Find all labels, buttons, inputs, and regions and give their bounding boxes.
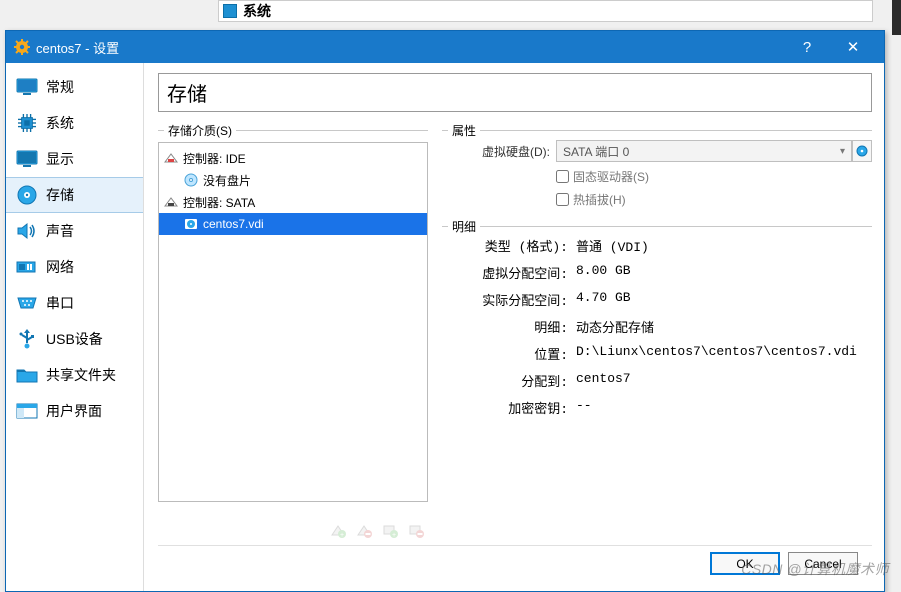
nic-icon [16, 257, 38, 277]
virtual-disk-chooser-button[interactable] [852, 140, 872, 162]
category-label: 声音 [46, 221, 74, 241]
detail-fieldset: 明细 类型 (格式): 普通 (VDI) 虚拟分配空间: 8.00 GB 实际分… [442, 218, 872, 417]
storage-tree[interactable]: 控制器: IDE 没有盘片 控制器: SATA [158, 142, 428, 502]
harddisk-icon [183, 216, 199, 232]
category-display[interactable]: 显示 [6, 141, 143, 177]
category-storage[interactable]: 存储 [6, 177, 143, 213]
hotplug-checkbox-row[interactable]: 热插拔(H) [556, 191, 872, 208]
category-shared-folders[interactable]: 共享文件夹 [6, 357, 143, 393]
category-label: 网络 [46, 257, 74, 277]
attached-value: centos7 [576, 371, 872, 390]
type-value: 普通 (VDI) [576, 236, 872, 255]
hotplug-checkbox[interactable] [556, 193, 569, 206]
attributes-legend: 属性 [448, 122, 480, 139]
page-title: 存储 [158, 73, 872, 112]
controller-ide[interactable]: 控制器: IDE [159, 147, 427, 169]
controller-ide-label: 控制器: IDE [183, 150, 246, 167]
sata-controller-icon [163, 194, 179, 210]
ssd-checkbox-row[interactable]: 固态驱动器(S) [556, 168, 872, 185]
category-label: 存储 [46, 185, 74, 205]
category-sidebar: 常规 系统 显示 存储 声音 网络 [6, 63, 144, 591]
main-window-system-row: 系统 [218, 0, 873, 22]
category-network[interactable]: 网络 [6, 249, 143, 285]
disk-icon [16, 185, 38, 205]
window-icon [16, 401, 38, 421]
folder-icon [16, 365, 38, 385]
actual-size-key: 实际分配空间: [446, 290, 576, 309]
controller-sata[interactable]: 控制器: SATA [159, 191, 427, 213]
category-label: 系统 [46, 113, 74, 133]
svg-text:+: + [392, 532, 396, 538]
add-attachment-button[interactable]: + [380, 520, 400, 540]
sata-disk-label: centos7.vdi [203, 217, 264, 231]
chip-icon [16, 113, 38, 133]
ide-empty-label: 没有盘片 [203, 172, 251, 189]
monitor-icon [16, 77, 38, 97]
encryption-key: 加密密钥: [446, 398, 576, 417]
category-audio[interactable]: 声音 [6, 213, 143, 249]
dialog-footer: OK Cancel [158, 545, 872, 581]
category-system[interactable]: 系统 [6, 105, 143, 141]
detail-legend: 明细 [448, 218, 480, 235]
speaker-icon [16, 221, 38, 241]
controller-sata-label: 控制器: SATA [183, 194, 255, 211]
dark-sidebar-edge [892, 0, 901, 35]
disc-icon [183, 172, 199, 188]
dialog-title: centos7 - 设置 [36, 38, 784, 57]
virtual-disk-value: SATA 端口 0 [563, 143, 629, 160]
storage-tree-toolbar: + + [158, 514, 428, 540]
category-label: USB设备 [46, 329, 103, 349]
titlebar: centos7 - 设置 ? ✕ [6, 31, 884, 63]
actual-size-value: 4.70 GB [576, 290, 872, 309]
category-general[interactable]: 常规 [6, 69, 143, 105]
main-system-label: 系统 [243, 1, 271, 21]
help-button[interactable]: ? [784, 31, 830, 63]
remove-controller-button[interactable] [354, 520, 374, 540]
monitor-icon [16, 149, 38, 169]
main-panel: 存储 存储介质(S) 控制器: IDE 没有盘片 [144, 63, 884, 591]
attached-key: 分配到: [446, 371, 576, 390]
detail-key: 明细: [446, 317, 576, 336]
ide-empty-disc[interactable]: 没有盘片 [159, 169, 427, 191]
ok-button[interactable]: OK [710, 552, 780, 575]
type-key: 类型 (格式): [446, 236, 576, 255]
category-usb[interactable]: USB设备 [6, 321, 143, 357]
svg-text:+: + [340, 532, 344, 538]
attributes-fieldset: 属性 虚拟硬盘(D): SATA 端口 0 [442, 122, 872, 208]
location-value: D:\Liunx\centos7\centos7\centos7.vdi [576, 344, 872, 363]
storage-media-legend: 存储介质(S) [164, 122, 236, 139]
location-key: 位置: [446, 344, 576, 363]
category-label: 常规 [46, 77, 74, 97]
sata-disk-centos7[interactable]: centos7.vdi [159, 213, 427, 235]
category-label: 共享文件夹 [46, 365, 116, 385]
chip-icon [223, 4, 237, 18]
virtual-disk-select[interactable]: SATA 端口 0 [556, 140, 852, 162]
category-user-interface[interactable]: 用户界面 [6, 393, 143, 429]
gear-icon [14, 39, 30, 55]
ssd-checkbox[interactable] [556, 170, 569, 183]
ssd-label: 固态驱动器(S) [573, 168, 649, 185]
hotplug-label: 热插拔(H) [573, 191, 626, 208]
virtual-size-value: 8.00 GB [576, 263, 872, 282]
detail-value: 动态分配存储 [576, 317, 872, 336]
cancel-button[interactable]: Cancel [788, 552, 858, 575]
category-label: 显示 [46, 149, 74, 169]
serial-icon [16, 293, 38, 313]
category-label: 串口 [46, 293, 74, 313]
usb-icon [16, 329, 38, 349]
remove-attachment-button[interactable] [406, 520, 426, 540]
storage-media-fieldset: 存储介质(S) 控制器: IDE 没有盘片 [158, 122, 428, 514]
encryption-value: -- [576, 398, 872, 417]
category-serial[interactable]: 串口 [6, 285, 143, 321]
ide-controller-icon [163, 150, 179, 166]
add-controller-button[interactable]: + [328, 520, 348, 540]
virtual-size-key: 虚拟分配空间: [446, 263, 576, 282]
category-label: 用户界面 [46, 401, 102, 421]
close-button[interactable]: ✕ [830, 31, 876, 63]
virtual-disk-label: 虚拟硬盘(D): [446, 143, 556, 160]
settings-dialog: centos7 - 设置 ? ✕ 常规 系统 显示 存储 [5, 30, 885, 592]
